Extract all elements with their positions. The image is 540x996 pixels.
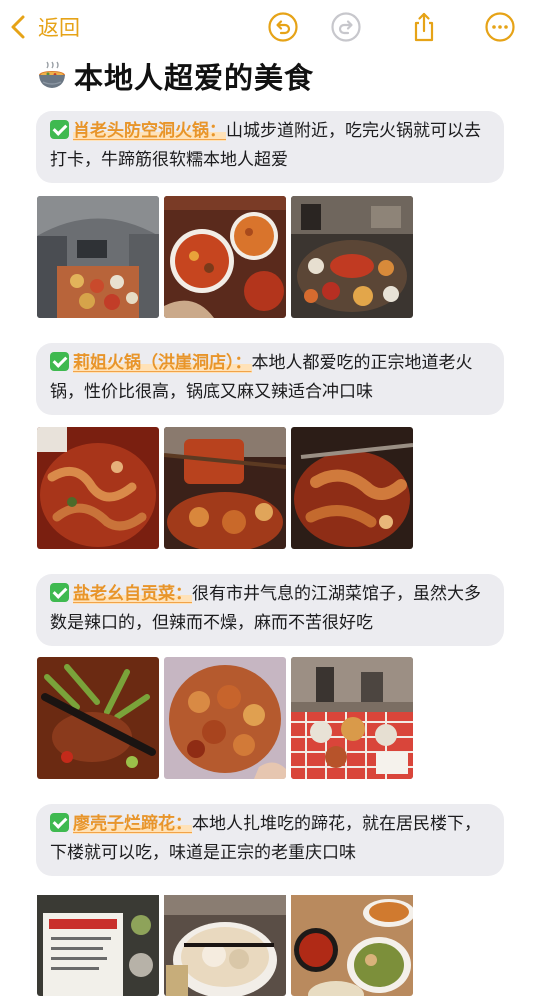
- spicy-hotpot-closeup-photo[interactable]: [37, 427, 159, 549]
- undo-icon: [268, 12, 298, 42]
- back-button[interactable]: 返回: [8, 10, 80, 44]
- note-title-row: 本地人超爱的美食: [36, 56, 314, 96]
- restaurant-card-4[interactable]: 廖壳子烂蹄花：本地人扎堆吃的蹄花，就在居民楼下，下楼就可以吃，味道是正宗的老重庆…: [36, 804, 504, 876]
- page-title: 本地人超爱的美食: [74, 61, 315, 95]
- photo-row-2: [37, 427, 413, 549]
- photo-row-3: [37, 657, 413, 779]
- hotpot-table-photo[interactable]: [291, 196, 413, 318]
- spicy-chicken-bowl-photo[interactable]: [164, 657, 286, 779]
- redo-button[interactable]: [329, 10, 363, 44]
- rabbit-with-peppers-photo[interactable]: [37, 657, 159, 779]
- undo-button[interactable]: [266, 10, 300, 44]
- photo-row-1: [37, 196, 413, 318]
- restaurant-card-1[interactable]: 肖老头防空洞火锅：山城步道附近，吃完火锅就可以去打卡，牛蹄筋很软糯本地人超爱: [36, 111, 504, 183]
- redo-icon: [331, 12, 361, 42]
- restaurant-dining-table-photo[interactable]: [291, 657, 413, 779]
- restaurant-name: 廖壳子烂蹄花：: [73, 814, 192, 834]
- trotter-soup-photo[interactable]: [164, 888, 286, 996]
- chevron-left-icon: [11, 15, 25, 39]
- hotpot-bowl-icon: [39, 61, 65, 88]
- photo-row-4: [37, 888, 413, 996]
- restaurant-name: 莉姐火锅（洪崖洞店）：: [73, 353, 252, 373]
- restaurant-card-3[interactable]: 盐老幺自贡菜：很有市井气息的江湖菜馆子，虽然大多数是辣口的，但辣而不燥，麻而不苦…: [36, 574, 504, 646]
- table-of-dishes-photo[interactable]: [291, 888, 413, 996]
- check-mark-icon: [50, 352, 69, 371]
- hotpot-dishes-photo[interactable]: [164, 196, 286, 318]
- more-button[interactable]: [483, 10, 517, 44]
- back-label: 返回: [38, 16, 80, 40]
- restaurant-name: 盐老幺自贡菜：: [73, 584, 192, 604]
- restaurant-name: 肖老头防空洞火锅：: [73, 121, 226, 141]
- more-icon: [485, 12, 515, 42]
- chopsticks-tripe-photo[interactable]: [164, 427, 286, 549]
- menu-board-photo[interactable]: [37, 888, 159, 996]
- restaurant-card-2[interactable]: 莉姐火锅（洪崖洞店）：本地人都爱吃的正宗地道老火锅，性价比很高，锅底又麻又辣适合…: [36, 343, 504, 415]
- check-mark-icon: [50, 120, 69, 139]
- check-mark-icon: [50, 813, 69, 832]
- bomb-shelter-hotpot-restaurant-photo[interactable]: [37, 196, 159, 318]
- share-icon: [414, 12, 434, 42]
- share-button[interactable]: [407, 10, 441, 44]
- note-toolbar: 返回: [0, 0, 540, 56]
- check-mark-icon: [50, 583, 69, 602]
- braised-meat-pot-photo[interactable]: [291, 427, 413, 549]
